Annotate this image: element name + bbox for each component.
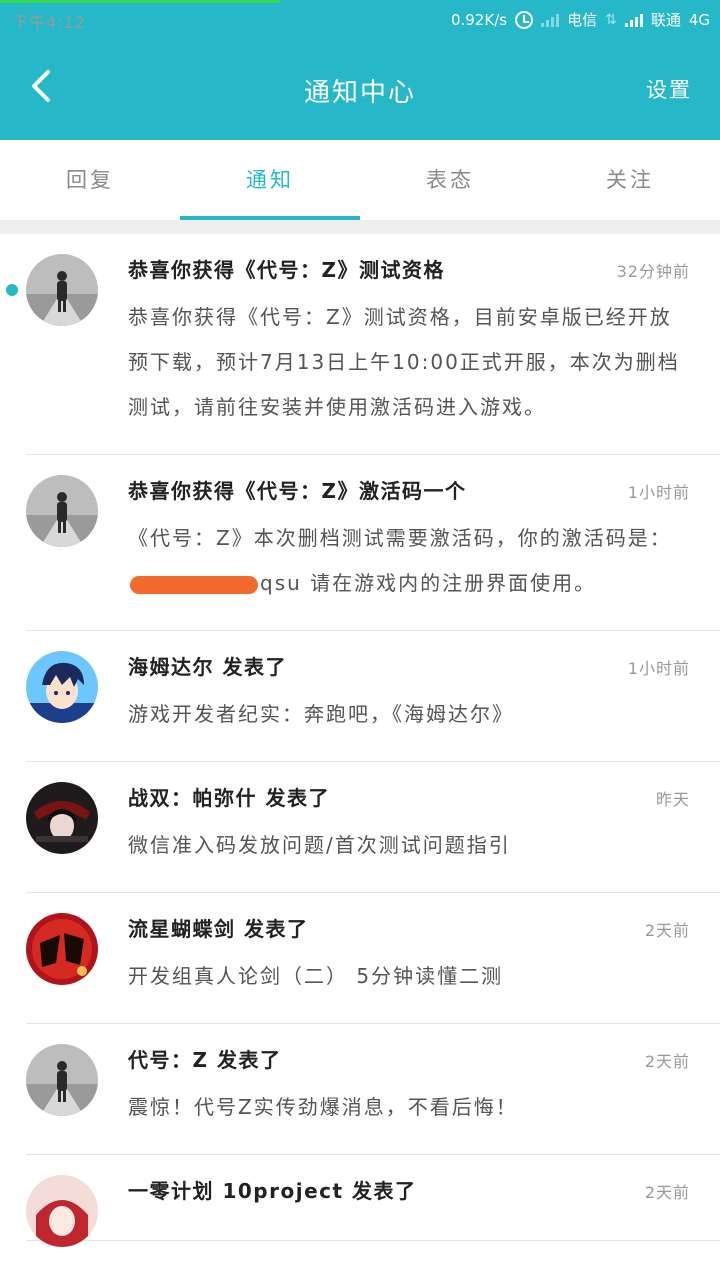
tab-notice[interactable]: 通知 bbox=[180, 140, 360, 220]
carrier-2: 联通 bbox=[650, 11, 681, 29]
section-divider bbox=[0, 220, 720, 234]
network-speed: 0.92K/s bbox=[450, 10, 508, 29]
item-title: 恭喜你获得《代号：Z》测试资格 bbox=[128, 258, 446, 282]
item-title: 恭喜你获得《代号：Z》激活码一个 bbox=[128, 479, 467, 503]
item-time: 2天前 bbox=[644, 921, 690, 940]
app-bar: 通知中心 设置 bbox=[0, 36, 720, 140]
avatar bbox=[26, 913, 98, 985]
list-item[interactable]: 恭喜你获得《代号：Z》测试资格 32分钟前 恭喜你获得《代号：Z》测试资格，目前… bbox=[6, 234, 720, 455]
carrier-1: 电信 bbox=[567, 11, 598, 29]
item-title: 流星蝴蝶剑 发表了 bbox=[128, 917, 309, 941]
item-time: 32分钟前 bbox=[616, 262, 690, 281]
item-time: 2天前 bbox=[644, 1052, 690, 1071]
tab-bar: 回复 通知 表态 关注 bbox=[0, 140, 720, 220]
signal-icon-2 bbox=[624, 13, 643, 27]
status-right: 0.92K/s 电信 ⇅ 联通 4G bbox=[451, 9, 710, 30]
list-item[interactable]: 一零计划 10project 发表了 2天前 bbox=[26, 1155, 720, 1247]
item-body-after: qsu 请在游戏内的注册界面使用。 bbox=[260, 571, 597, 595]
item-time: 昨天 bbox=[655, 790, 690, 809]
page-title: 通知中心 bbox=[303, 78, 416, 108]
signal-icon bbox=[541, 13, 560, 27]
list-item[interactable]: 代号：Z 发表了 2天前 震惊！代号Z实传劲爆消息，不看后悔！ bbox=[26, 1024, 720, 1155]
item-body: 开发组真人论剑（二） 5分钟读懂二测 bbox=[128, 964, 504, 988]
item-time: 1小时前 bbox=[627, 483, 690, 502]
item-time: 2天前 bbox=[644, 1183, 690, 1202]
item-body: 恭喜你获得《代号：Z》测试资格，目前安卓版已经开放预下载，预计7月13日上午10… bbox=[128, 305, 680, 419]
item-title: 战双：帕弥什 发表了 bbox=[128, 786, 330, 810]
item-body: 游戏开发者纪实：奔跑吧，《海姆达尔》 bbox=[128, 702, 514, 726]
item-body: 震惊！代号Z实传劲爆消息，不看后悔！ bbox=[128, 1095, 518, 1119]
top-bar: 下午4:12 0.92K/s 电信 ⇅ 联通 4G 通知中心 设置 bbox=[0, 0, 720, 140]
avatar bbox=[26, 1175, 98, 1247]
settings-button[interactable]: 设置 bbox=[646, 74, 692, 104]
tab-follow[interactable]: 关注 bbox=[540, 140, 720, 220]
list-item[interactable]: 流星蝴蝶剑 发表了 2天前 开发组真人论剑（二） 5分钟读懂二测 bbox=[26, 893, 720, 1024]
list-item[interactable]: 海姆达尔 发表了 1小时前 游戏开发者纪实：奔跑吧，《海姆达尔》 bbox=[26, 631, 720, 762]
notification-list: 恭喜你获得《代号：Z》测试资格 32分钟前 恭喜你获得《代号：Z》测试资格，目前… bbox=[0, 234, 720, 1280]
data-transfer-icon: ⇅ bbox=[605, 11, 617, 28]
redacted-code bbox=[130, 575, 258, 594]
item-title: 一零计划 10project 发表了 bbox=[128, 1179, 417, 1203]
avatar bbox=[26, 651, 98, 723]
network-type: 4G bbox=[688, 10, 710, 29]
tab-reaction[interactable]: 表态 bbox=[360, 140, 540, 220]
avatar bbox=[26, 475, 98, 547]
list-item[interactable]: 战双：帕弥什 发表了 昨天 微信准入码发放问题/首次测试问题指引 bbox=[26, 762, 720, 893]
list-item[interactable]: 恭喜你获得《代号：Z》激活码一个 1小时前 《代号：Z》本次删档测试需要激活码，… bbox=[26, 455, 720, 631]
avatar bbox=[26, 254, 98, 326]
item-body: 《代号：Z》本次删档测试需要激活码，你的激活码是： qsu 请在游戏内的注册界面使… bbox=[128, 516, 690, 606]
tab-reply[interactable]: 回复 bbox=[0, 140, 180, 220]
item-title: 海姆达尔 发表了 bbox=[128, 655, 287, 679]
unread-dot bbox=[6, 284, 18, 296]
status-time: 下午4:12 bbox=[12, 13, 86, 32]
item-time: 1小时前 bbox=[627, 659, 690, 678]
avatar bbox=[26, 1044, 98, 1116]
item-title: 代号：Z 发表了 bbox=[128, 1048, 282, 1072]
item-body-before: 《代号：Z》本次删档测试需要激活码，你的激活码是： bbox=[128, 526, 672, 550]
alarm-icon bbox=[515, 10, 534, 29]
item-body: 微信准入码发放问题/首次测试问题指引 bbox=[128, 833, 511, 857]
status-bar: 下午4:12 0.92K/s 电信 ⇅ 联通 4G bbox=[0, 0, 720, 36]
avatar bbox=[26, 782, 98, 854]
